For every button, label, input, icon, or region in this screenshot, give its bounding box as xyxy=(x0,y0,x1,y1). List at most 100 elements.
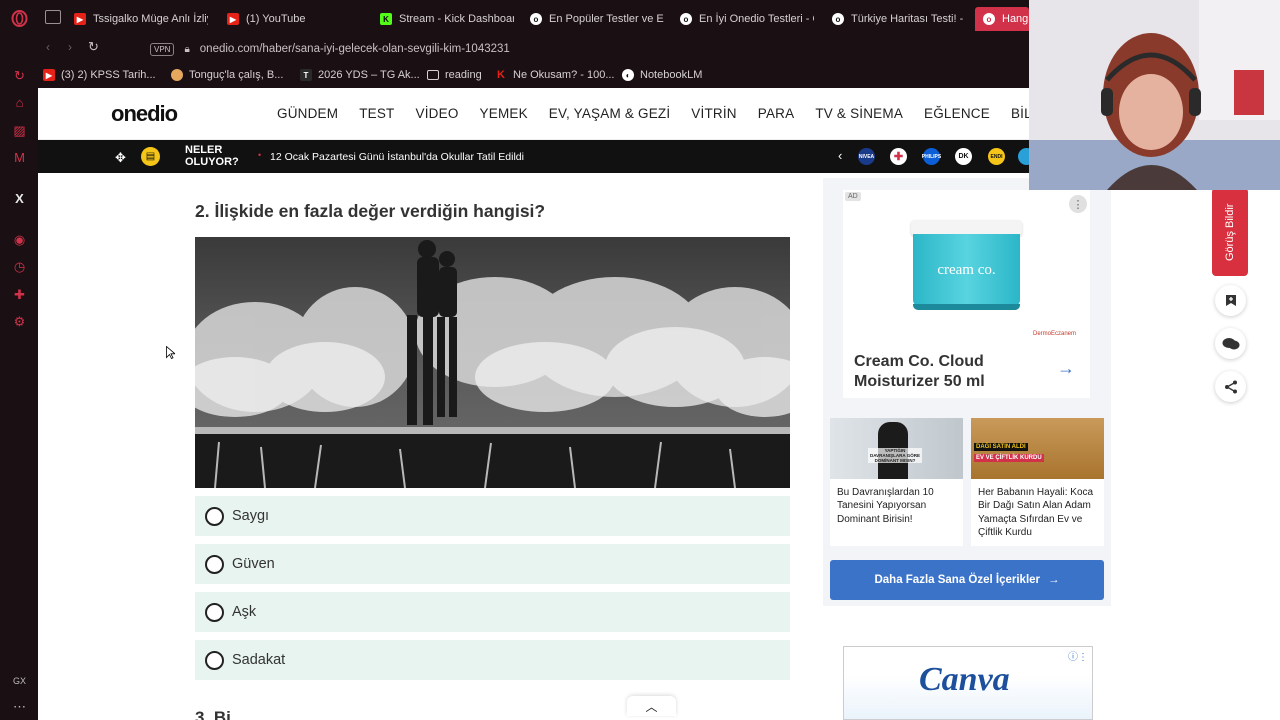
tg-icon: T xyxy=(300,69,312,81)
tab-label: Stream - Kick Dashboar xyxy=(399,13,514,25)
ticker-headline[interactable]: 12 Ocak Pazartesi Günü İstanbul'da Okull… xyxy=(270,151,524,163)
tab-3[interactable]: K Stream - Kick Dashboar xyxy=(372,7,514,31)
product-ad-card[interactable]: AD ⋮ cream co. DermoEczanem Cream Co. Cl… xyxy=(843,190,1090,398)
nav-item[interactable]: TV & SİNEMA xyxy=(815,106,903,121)
radio-button[interactable] xyxy=(205,554,224,574)
nav-item[interactable]: EV, YAŞAM & GEZİ xyxy=(549,106,671,121)
option-label: Saygı xyxy=(232,508,270,524)
option-label: Güven xyxy=(232,556,275,572)
extensions-icon[interactable]: ✚ xyxy=(11,286,28,303)
tab-6[interactable]: o Türkiye Haritası Testi! - xyxy=(824,7,970,31)
arrow-right-icon[interactable]: → xyxy=(1057,358,1075,379)
rec-thumb-text: YAPTIĞIN DAVRANIŞLARA GÖRE DOMİNANT MISI… xyxy=(868,448,922,463)
bookmark-ne-okusam[interactable]: K Ne Okusam? - 100... xyxy=(495,66,615,84)
bookmark-label: Ne Okusam? - 100... xyxy=(513,69,615,81)
tab-active[interactable]: o Hangi xyxy=(975,7,1029,31)
ad-title[interactable]: Cream Co. Cloud Moisturizer 50 ml xyxy=(854,352,1034,392)
gx-corner-icon[interactable]: ⌂ xyxy=(11,94,28,111)
more-button-label: Daha Fazla Sana Özel İçerikler xyxy=(874,574,1041,586)
canva-ad[interactable]: ⓘ⋮ Canva xyxy=(843,646,1093,720)
brand-philips[interactable]: PHILIPS xyxy=(922,148,941,165)
player-icon[interactable]: ◉ xyxy=(11,231,28,248)
url-field[interactable]: VPN 🔒︎ onedio.com/haber/sana-iyi-gelecek… xyxy=(150,38,1050,60)
option-ask[interactable]: Aşk xyxy=(195,592,790,632)
reload-icon[interactable]: ↻ xyxy=(88,39,99,55)
forward-icon[interactable]: › xyxy=(68,40,72,54)
chevron-left-icon[interactable]: ‹ xyxy=(838,148,842,163)
lock-icon[interactable]: 🔒︎ xyxy=(184,44,189,55)
option-guven[interactable]: Güven xyxy=(195,544,790,584)
cream-jar-image: cream co. xyxy=(911,220,1022,320)
brand-dk[interactable]: DK xyxy=(955,148,972,165)
vpn-badge[interactable]: VPN xyxy=(150,42,175,56)
settings-gear-icon[interactable]: ⚙ xyxy=(11,313,28,330)
gx-cleaner-icon[interactable]: ▨ xyxy=(11,122,28,139)
back-icon[interactable]: ‹ xyxy=(46,40,50,54)
ticker-heading: NELER OLUYOR? xyxy=(185,144,239,168)
bookmark-notebooklm[interactable]: ◐ NotebookLM xyxy=(622,66,702,84)
rec-thumb-text-1: DAĞI SATIN ALDI xyxy=(974,443,1028,451)
history-icon[interactable]: ◷ xyxy=(11,258,28,275)
option-saygi[interactable]: Saygı xyxy=(195,496,790,536)
radio-button[interactable] xyxy=(205,650,224,670)
canva-logo: Canva xyxy=(919,661,1010,698)
tab-2[interactable]: ▶ (1) YouTube xyxy=(219,7,359,31)
x-twitter-icon[interactable]: X xyxy=(11,190,28,207)
gx-control-icon[interactable]: ↻ xyxy=(11,67,28,84)
url-text[interactable]: onedio.com/haber/sana-iyi-gelecek-olan-s… xyxy=(200,43,510,55)
notebooklm-icon: ◐ xyxy=(622,69,634,81)
bookmark-reading[interactable]: reading xyxy=(427,66,482,84)
onedio-logo[interactable]: onedio xyxy=(111,101,178,127)
bookmark-tonguc[interactable]: Tonguç'la çalış, B... xyxy=(171,66,283,84)
tab-label: En İyi Onedio Testleri - O xyxy=(699,13,814,25)
kindle-icon: K xyxy=(497,69,505,81)
tab-label: En Popüler Testler ve E xyxy=(549,13,664,25)
nav-item[interactable]: TEST xyxy=(359,106,394,121)
option-sadakat[interactable]: Sadakat xyxy=(195,640,790,680)
ad-info-icon[interactable]: ⓘ⋮ xyxy=(1068,648,1088,663)
feedback-tab[interactable]: Görüş Bildir xyxy=(1212,188,1248,276)
rec-title: Bu Davranışlardan 10 Tanesini Yapıyorsan… xyxy=(837,487,934,525)
tab-menu-icon[interactable] xyxy=(45,10,61,24)
tonguc-icon xyxy=(171,69,183,81)
gx-label[interactable]: GX xyxy=(11,673,28,690)
bookmark-add-icon[interactable] xyxy=(1215,285,1246,316)
kick-icon: K xyxy=(380,13,392,25)
nav-item[interactable]: PARA xyxy=(758,106,795,121)
rec-thumb-text-2: EV VE ÇİFTLİK KURDU xyxy=(974,454,1044,462)
comments-icon[interactable] xyxy=(1215,328,1246,359)
onedio-icon: o xyxy=(832,13,844,25)
radio-button[interactable] xyxy=(205,602,224,622)
apps-grid-icon[interactable]: ✥ xyxy=(115,150,126,166)
nav-item[interactable]: VİDEO xyxy=(416,106,459,121)
more-content-button[interactable]: Daha Fazla Sana Özel İçerikler → xyxy=(830,560,1104,600)
brand-plus-icon[interactable]: ✚ xyxy=(890,148,907,165)
nav-item[interactable]: YEMEK xyxy=(480,106,528,121)
rec-thumb: YAPTIĞIN DAVRANIŞLARA GÖRE DOMİNANT MISI… xyxy=(830,418,963,479)
nav-item[interactable]: GÜNDEM xyxy=(277,106,338,121)
bookmark-kpss[interactable]: ▶ (3) 2) KPSS Tarih... xyxy=(43,66,156,84)
nav-item[interactable]: EĞLENCE xyxy=(924,106,990,121)
youtube-icon: ▶ xyxy=(74,13,86,25)
more-icon[interactable]: ⋯ xyxy=(11,698,28,715)
tab-4[interactable]: o En Popüler Testler ve E xyxy=(522,7,664,31)
recommendation-card-1[interactable]: YAPTIĞIN DAVRANIŞLARA GÖRE DOMİNANT MISI… xyxy=(830,418,963,546)
main-nav: GÜNDEM TEST VİDEO YEMEK EV, YAŞAM & GEZİ… xyxy=(277,106,1065,121)
bookmark-yds[interactable]: T 2026 YDS – TG Ak... xyxy=(300,66,420,84)
recommendation-card-2[interactable]: DAĞI SATIN ALDI EV VE ÇİFTLİK KURDU Her … xyxy=(971,418,1104,546)
tab-5[interactable]: o En İyi Onedio Testleri - O xyxy=(672,7,814,31)
messenger-icon[interactable]: M xyxy=(11,149,28,166)
news-icon[interactable]: ▤ xyxy=(141,147,160,166)
radio-button[interactable] xyxy=(205,506,224,526)
tab-1[interactable]: ▶ Tssigalko Müge Anlı İzliy xyxy=(66,7,208,31)
brand-nivea[interactable]: NIVEA xyxy=(858,148,875,165)
share-icon[interactable] xyxy=(1215,371,1246,402)
ad-options-icon[interactable]: ⋮ xyxy=(1069,195,1087,213)
rec-title: Her Babanın Hayali: Koca Bir Dağı Satın … xyxy=(978,487,1094,538)
nav-item[interactable]: VİTRİN xyxy=(691,106,736,121)
bookmark-label: Tonguç'la çalış, B... xyxy=(189,69,284,81)
youtube-icon: ▶ xyxy=(43,69,55,81)
brand-endi[interactable]: ENDI xyxy=(988,148,1005,165)
opera-logo-icon[interactable] xyxy=(11,10,28,27)
scroll-top-button[interactable]: ︿ xyxy=(627,696,676,716)
